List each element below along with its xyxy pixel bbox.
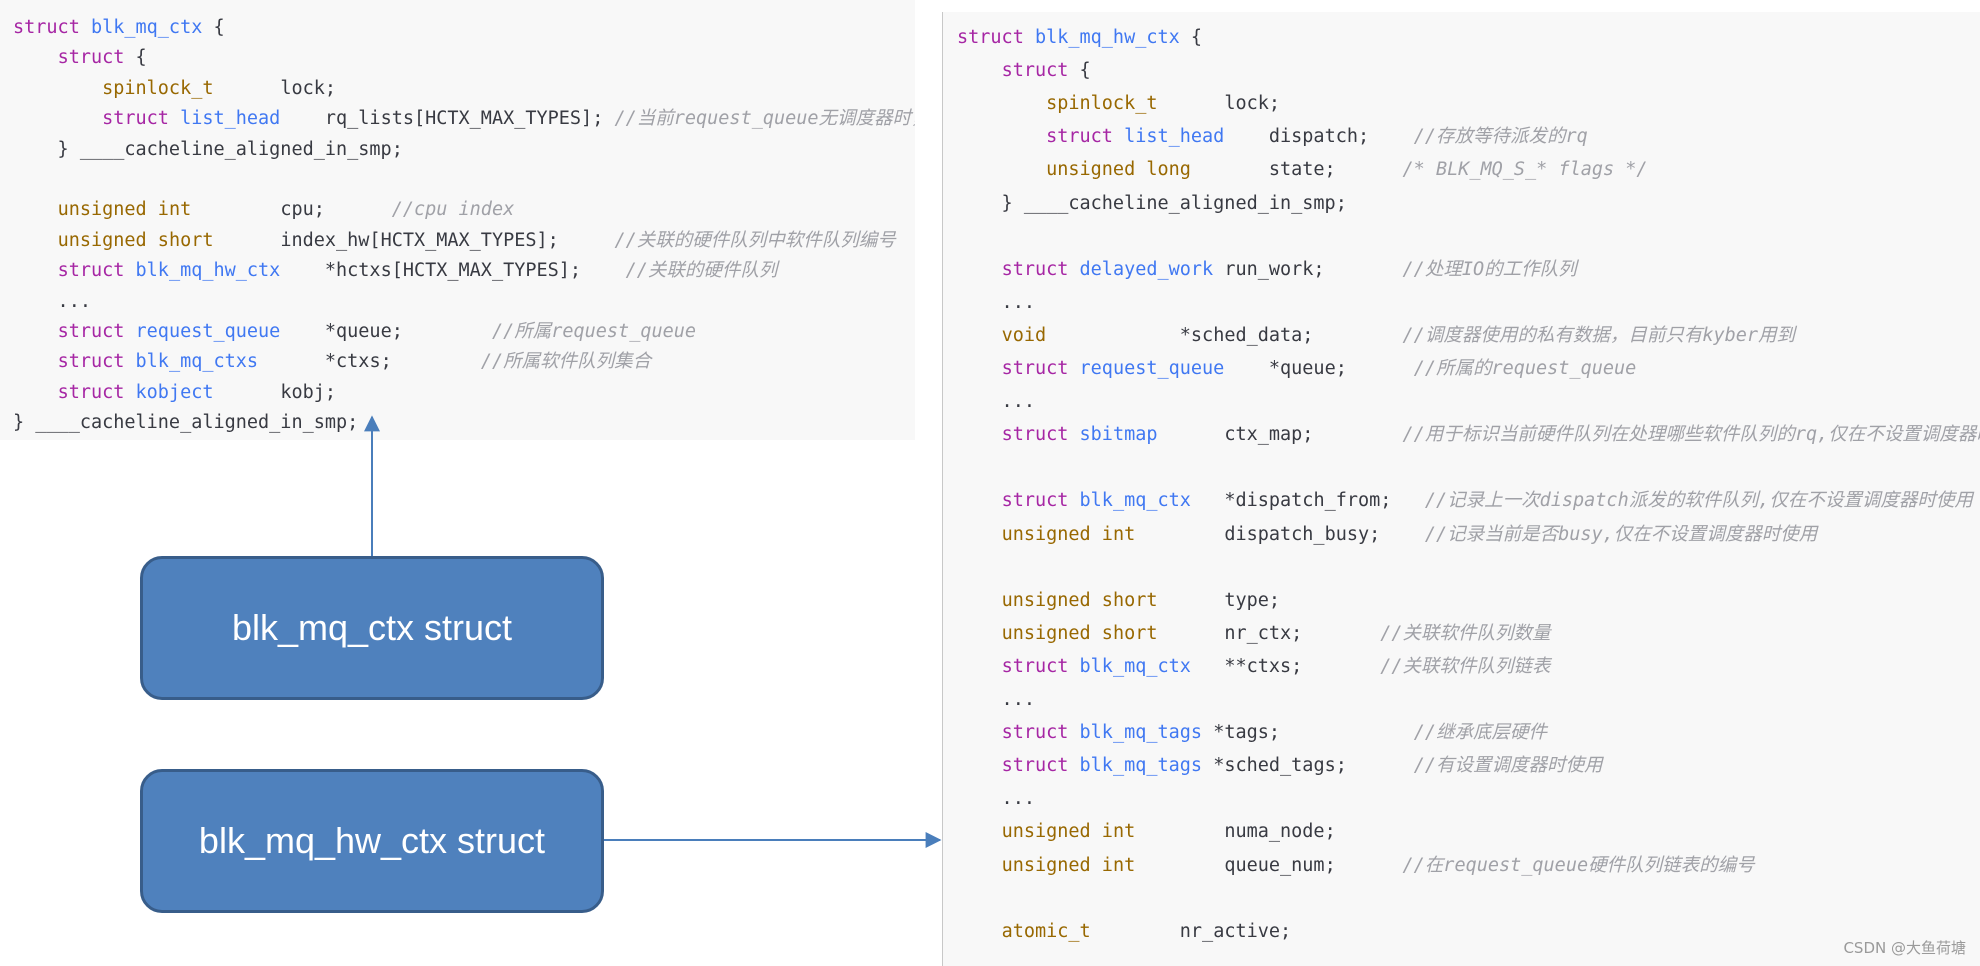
watermark: CSDN @大鱼荷塘	[1843, 939, 1966, 957]
blk-mq-hw-ctx-struct-label: blk_mq_hw_ctx struct	[198, 820, 546, 861]
blk-mq-ctx-struct-label: blk_mq_ctx struct	[231, 607, 513, 648]
blk-mq-hw-ctx-struct-box: blk_mq_hw_ctx struct	[140, 769, 604, 913]
blk-mq-ctx-struct-box: blk_mq_ctx struct	[140, 556, 604, 700]
